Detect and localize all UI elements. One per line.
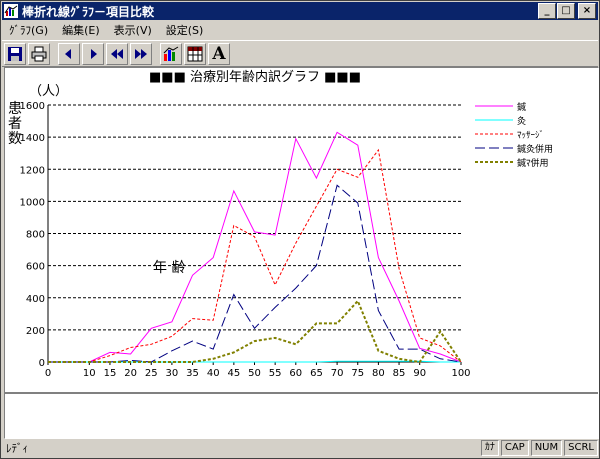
x-tick-label: 25 [145,368,158,379]
y-tick-label: 200 [26,326,45,337]
chart-title: ■■■ 治療別年齢内訳グラフ ■■■ [149,69,361,85]
kana-indicator: ｶﾅ [480,440,499,456]
x-tick-label: 55 [269,368,282,379]
title-bar[interactable]: 棒折れ線ｸﾞﾗﾌ－項目比較 _ □ × [2,2,598,20]
menu-view[interactable]: 表示(V) [107,22,159,38]
chart-button[interactable] [160,42,182,65]
x-tick-label: 80 [372,368,385,379]
prev-icon [65,48,71,59]
svg-text:者: 者 [8,116,22,132]
chart-series [48,131,462,364]
save-icon [8,46,22,61]
next-button[interactable] [82,42,104,65]
x-tick-label: 90 [413,368,426,379]
legend-label: ﾏｯｻｰｼﾞ [517,130,544,141]
toolbar: A [2,40,598,67]
caps-indicator: CAP [500,440,529,456]
x-tick-label: 85 [393,368,406,379]
status-message: ﾚﾃﾞｨ [6,442,28,455]
svg-text:患: 患 [8,101,22,117]
maximize-button[interactable]: □ [557,3,575,19]
menu-edit[interactable]: 編集(E) [55,22,107,38]
last-icon [135,48,147,59]
svg-text:数: 数 [8,131,22,147]
y-tick-label: 400 [26,294,45,305]
x-tick-label: 65 [310,368,323,379]
y-axis-label: 患 者 数 [8,101,22,147]
x-tick-label: 30 [166,368,179,379]
scroll-indicator: SCRL [564,440,598,456]
font-button[interactable]: A [208,42,230,65]
x-tick-label: 50 [248,368,261,379]
y-unit-label: （人） [29,84,68,99]
y-tick-label: 1600 [20,101,45,112]
x-tick-label: 45 [227,368,240,379]
x-tick-label: 70 [331,368,344,379]
y-tick-label: 800 [26,230,45,241]
window-title: 棒折れ線ｸﾞﾗﾌ－項目比較 [22,4,155,19]
x-tick-label: 100 [451,368,470,379]
minimize-button[interactable]: _ [538,3,556,19]
next-icon [91,48,97,59]
legend-label: 鍼ﾏ併用 [517,157,549,169]
save-button[interactable] [4,42,26,65]
print-button[interactable] [28,42,50,65]
x-tick-label: 10 [83,368,96,379]
y-tick-label: 1200 [20,165,45,176]
app-window: 棒折れ線ｸﾞﾗﾌ－項目比較 _ □ × ｸﾞﾗﾌ(G) 編集(E) 表示(V) … [0,0,600,459]
chart-grid [48,104,461,331]
line-chart: 020040060080010001200140016000 10 15 20 25 30… [5,69,598,394]
close-button[interactable]: × [578,3,596,19]
chart-icon [163,46,179,61]
menu-bar: ｸﾞﾗﾌ(G) 編集(E) 表示(V) 設定(S) [2,21,598,39]
chart-area: 0 200 400 600 800 1000 1200 1400 1600 0 10 15 20 25 30… [4,67,599,439]
x-tick-label: 40 [207,368,220,379]
chart-app-icon [4,4,18,18]
x-tick-label: 35 [186,368,199,379]
prev-button[interactable] [58,42,80,65]
series-line-4 [48,184,462,363]
y-tick-label: 1400 [20,133,45,144]
x-tick-label: 75 [351,368,364,379]
num-indicator: NUM [530,440,563,456]
legend-label: 灸 [517,115,526,127]
first-icon [111,48,123,59]
print-icon [31,46,47,61]
menu-settings[interactable]: 設定(S) [159,22,211,38]
x-tick-label: 15 [104,368,117,379]
first-button[interactable] [106,42,128,65]
last-button[interactable] [130,42,152,65]
x-axis-label: 年 齢 [153,260,185,276]
chart-axes: 020040060080010001200140016000 10 15 20 25 30… [20,101,471,379]
font-icon: A [212,43,226,64]
y-tick-label: 600 [26,262,45,273]
menu-graph[interactable]: ｸﾞﾗﾌ(G) [2,22,55,38]
x-tick-label: 0 [45,368,51,379]
x-tick-label: 60 [289,368,302,379]
x-tick-label: 20 [124,368,137,379]
status-bar: ﾚﾃﾞｨ ｶﾅ CAP NUM SCRL [2,439,598,457]
legend-label: 鍼 [517,101,526,113]
table-button[interactable] [184,42,206,65]
chart-legend: 鍼灸 ﾏｯｻｰｼﾞ 鍼灸併用鍼ﾏ併用 [475,101,553,169]
table-icon [187,46,203,61]
y-tick-label: 1000 [20,197,45,208]
legend-label: 鍼灸併用 [517,143,553,155]
